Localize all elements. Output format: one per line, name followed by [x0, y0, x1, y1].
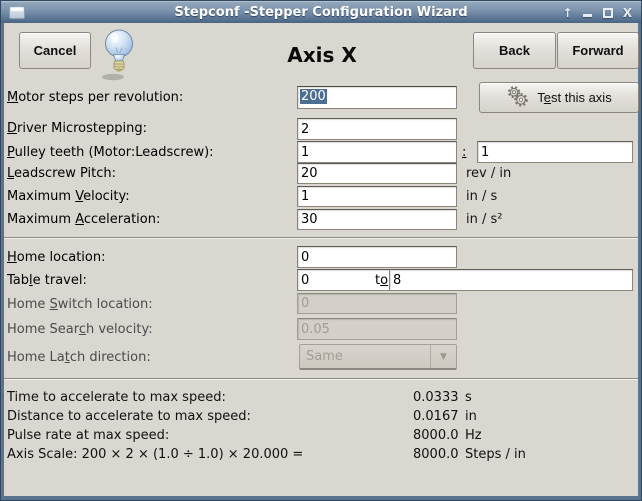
selected-text: 200 — [300, 89, 327, 104]
cancel-button[interactable]: Cancel — [19, 32, 91, 69]
combo-selected-value: Same — [300, 349, 430, 364]
label-part: e travel: — [33, 273, 87, 288]
table-travel-to-label: to — [375, 273, 388, 289]
motor-steps-label: Motor steps per revolution: — [7, 90, 183, 106]
gears-icon — [506, 86, 530, 110]
home-search-velocity-label: Home Search velocity: — [7, 322, 153, 338]
pulse-rate-value: 8000.0 — [413, 428, 459, 444]
label-mnemonic: o — [380, 273, 388, 288]
label-part: ch direction: — [70, 350, 151, 365]
max-acceleration-unit: in / s² — [466, 212, 502, 228]
separator — [4, 378, 638, 380]
label-part: Tab — [7, 273, 29, 288]
home-search-velocity-input — [297, 318, 457, 340]
leadscrew-pitch-label: Leadscrew Pitch: — [7, 166, 116, 182]
max-acceleration-input[interactable] — [297, 209, 457, 230]
back-button[interactable]: Back — [473, 32, 556, 69]
pulse-rate-label: Pulse rate at max speed: — [7, 428, 169, 444]
label-mnemonic: A — [75, 212, 84, 227]
label-part: Maximum — [7, 212, 75, 227]
stepconf-window: Stepconf -Stepper Configuration Wizard ↑… — [0, 0, 642, 501]
label-part: cceleration: — [84, 212, 161, 227]
pulley-ratio-separator: : — [462, 145, 466, 161]
rollup-icon: ↑ — [562, 6, 572, 20]
label-part: Maximum — [7, 189, 75, 204]
pulley-teeth-label: Pulley teeth (Motor:Leadscrew): — [7, 145, 214, 161]
axis-scale-unit: Steps / in — [465, 447, 526, 463]
titlebar[interactable]: Stepconf -Stepper Configuration Wizard ↑… — [1, 1, 641, 23]
pulse-rate-unit: Hz — [465, 428, 482, 444]
minimize-icon — [583, 14, 592, 17]
leadscrew-pitch-input[interactable] — [297, 163, 457, 184]
label-part: witch location: — [58, 297, 153, 312]
label-part: ulley teeth (Motor:Leadscrew): — [15, 145, 214, 160]
close-icon: X — [623, 6, 632, 20]
time-to-accelerate-label: Time to accelerate to max speed: — [7, 390, 226, 406]
chevron-down-icon: ▼ — [430, 345, 456, 368]
motor-steps-input[interactable]: 200 — [297, 86, 457, 109]
label-part: Home La — [7, 350, 65, 365]
label-part: ome location: — [17, 250, 106, 265]
table-travel-label: Table travel: — [7, 273, 87, 289]
close-button[interactable]: X — [620, 5, 635, 21]
axis-scale-label: Axis Scale: 200 × 2 × (1.0 ÷ 1.0) × 20.0… — [7, 447, 303, 463]
time-to-accelerate-unit: s — [465, 390, 472, 406]
max-velocity-label: Maximum Velocity: — [7, 189, 130, 205]
label-part: st this axis — [551, 90, 612, 105]
label-mnemonic: S — [50, 297, 58, 312]
window-menu-icon[interactable] — [9, 6, 25, 19]
rollup-button[interactable]: ↑ — [560, 5, 575, 21]
window-title: Stepconf -Stepper Configuration Wizard — [1, 5, 641, 20]
label-mnemonic: e — [544, 90, 551, 105]
home-latch-direction-select: Same ▼ — [299, 344, 457, 370]
label-part: Home Sear — [7, 322, 79, 337]
minimize-button[interactable] — [580, 5, 595, 21]
label-mnemonic: D — [7, 121, 17, 136]
maximize-icon — [603, 8, 613, 18]
distance-to-accelerate-label: Distance to accelerate to max speed: — [7, 409, 251, 425]
label-part: otor steps per revolution: — [18, 90, 183, 105]
label-mnemonic: P — [7, 145, 15, 160]
label-mnemonic: V — [75, 189, 83, 204]
label-part: elocity: — [83, 189, 130, 204]
window-controls: ↑ X — [560, 2, 635, 24]
time-to-accelerate-value: 0.0333 — [413, 390, 459, 406]
page-title: Axis X — [201, 43, 443, 67]
home-switch-location-label: Home Switch location: — [7, 297, 153, 313]
microstepping-input[interactable] — [297, 118, 457, 140]
label-mnemonic: H — [7, 250, 17, 265]
label-part: h velocity: — [86, 322, 153, 337]
label-mnemonic: M — [7, 90, 18, 105]
home-latch-direction-label: Home Latch direction: — [7, 350, 151, 366]
label-part: river Microstepping: — [17, 121, 147, 136]
pulley-leadscrew-input[interactable] — [477, 141, 633, 163]
lightbulb-icon — [99, 27, 139, 81]
label-mnemonic: c — [79, 322, 86, 337]
test-axis-button[interactable]: Test this axis — [479, 82, 639, 113]
maximize-button[interactable] — [600, 5, 615, 21]
forward-button[interactable]: Forward — [557, 32, 639, 69]
separator — [4, 237, 638, 239]
leadscrew-pitch-unit: rev / in — [466, 166, 511, 182]
max-acceleration-label: Maximum Acceleration: — [7, 212, 160, 228]
home-location-input[interactable] — [297, 246, 457, 268]
label-mnemonic: L — [7, 166, 14, 181]
label-part: Home — [7, 297, 50, 312]
microstepping-label: Driver Microstepping: — [7, 121, 147, 137]
label-part: eadscrew Pitch: — [14, 166, 116, 181]
max-velocity-unit: in / s — [466, 189, 497, 205]
home-switch-location-input — [297, 293, 457, 314]
home-location-label: Home location: — [7, 250, 106, 266]
axis-scale-value: 8000.0 — [413, 447, 459, 463]
distance-to-accelerate-value: 0.0167 — [413, 409, 459, 425]
table-travel-end-input[interactable] — [389, 269, 633, 291]
max-velocity-input[interactable] — [297, 186, 457, 207]
pulley-motor-input[interactable] — [297, 141, 457, 163]
distance-to-accelerate-unit: in — [465, 409, 477, 425]
test-axis-label: Test this axis — [537, 90, 611, 105]
